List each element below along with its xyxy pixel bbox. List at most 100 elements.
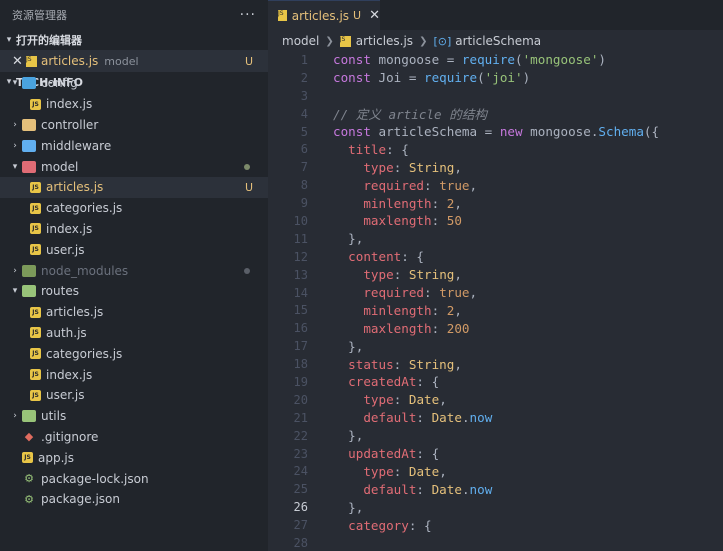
tree-file[interactable]: JS app.js xyxy=(0,447,268,468)
code-token: true xyxy=(439,177,470,193)
code-line[interactable]: 17 }, xyxy=(268,337,723,355)
tree-file[interactable]: JS categories.js xyxy=(0,343,268,364)
code-line[interactable]: 27 category: { xyxy=(268,516,723,534)
code-line[interactable]: 5 const articleSchema = new mongoose.Sche… xyxy=(268,123,723,141)
line-number: 5 xyxy=(300,124,308,139)
breadcrumb-folder[interactable]: model xyxy=(282,34,319,48)
tree-item-label: utils xyxy=(41,409,67,424)
more-actions-icon[interactable]: ··· xyxy=(240,7,256,23)
tree-file[interactable]: JS categories.js xyxy=(0,198,268,219)
code-token: : xyxy=(431,320,447,336)
close-icon[interactable]: ✕ xyxy=(369,8,380,23)
code-line[interactable]: 14 required: true, xyxy=(268,284,723,302)
code-line[interactable]: 11 }, xyxy=(268,230,723,248)
line-number: 24 xyxy=(293,464,308,479)
code-token: , xyxy=(454,195,462,211)
tree-file[interactable]: JS user.js xyxy=(0,239,268,260)
code-area[interactable]: 1 const mongoose = require('mongoose') 2 co… xyxy=(268,51,723,551)
code-line[interactable]: 7 type: String, xyxy=(268,158,723,176)
tree-file[interactable]: ⚙ package-lock.json xyxy=(0,468,268,489)
tree-item-label: .gitignore xyxy=(41,429,99,444)
line-number: 9 xyxy=(300,196,308,211)
line-number: 20 xyxy=(293,392,308,407)
line-number: 13 xyxy=(293,267,308,282)
code-line[interactable]: 18 status: String, xyxy=(268,355,723,373)
tree-folder[interactable]: ▾ config xyxy=(0,73,268,94)
code-token: : xyxy=(393,159,409,175)
tree-folder[interactable]: › controller xyxy=(0,115,268,136)
tree-item-label: node_modules xyxy=(41,263,129,278)
tree-folder[interactable]: › utils xyxy=(0,406,268,427)
code-line[interactable]: 8 required: true, xyxy=(268,176,723,194)
tree-file[interactable]: ⚙ package.json xyxy=(0,489,268,510)
code-line[interactable]: 3 xyxy=(268,87,723,105)
code-line[interactable]: 23 updatedAt: { xyxy=(268,445,723,463)
code-text: updatedAt: { xyxy=(333,446,439,461)
code-line[interactable]: 13 type: String, xyxy=(268,266,723,284)
code-line[interactable]: 25 default: Date.now xyxy=(268,480,723,498)
code-line[interactable]: 21 default: Date.now xyxy=(268,409,723,427)
tree-folder[interactable]: ▾ routes xyxy=(0,281,268,302)
tab-articles-js[interactable]: JS articles.js U ✕ xyxy=(268,0,380,30)
code-line[interactable]: 4 // 定义 article 的结构 xyxy=(268,105,723,123)
breadcrumb: model ❯ JS articles.js ❯ [⊙] articleSche… xyxy=(268,30,723,52)
line-number: 7 xyxy=(300,160,308,175)
tree-item-label: articles.js xyxy=(46,180,104,195)
code-line[interactable]: 28 xyxy=(268,534,723,551)
code-line[interactable]: 24 type: Date, xyxy=(268,462,723,480)
tree-folder[interactable]: › node_modules xyxy=(0,260,268,281)
code-text: required: true, xyxy=(333,178,477,193)
code-text: const Joi = require('joi') xyxy=(333,70,530,85)
tree-file[interactable]: JS articles.js xyxy=(0,302,268,323)
line-number: 1 xyxy=(300,52,308,67)
code-line[interactable]: 6 title: { xyxy=(268,140,723,158)
code-line[interactable]: 1 const mongoose = require('mongoose') xyxy=(268,51,723,69)
code-token: Date xyxy=(431,410,462,426)
tree-file[interactable]: JS index.js xyxy=(0,219,268,240)
tree-folder[interactable]: › middleware xyxy=(0,135,268,156)
tree-item-label: package-lock.json xyxy=(41,471,149,486)
code-line[interactable]: 16 maxlength: 200 xyxy=(268,319,723,337)
tree-file[interactable]: JS articles.js U xyxy=(0,176,268,198)
js-file-icon: JS xyxy=(339,35,351,47)
tree-item-label: user.js xyxy=(46,242,85,257)
explorer-header: 资源管理器 ··· xyxy=(0,0,268,30)
tree-item-label: categories.js xyxy=(46,201,123,216)
js-file-icon: JS xyxy=(30,389,41,401)
tree-file[interactable]: JS index.js xyxy=(0,94,268,115)
breadcrumb-file[interactable]: articles.js xyxy=(356,34,413,48)
open-editors-section[interactable]: ▾ 打开的编辑器 xyxy=(0,30,268,50)
code-line[interactable]: 12 content: { xyxy=(268,248,723,266)
code-line[interactable]: 2 const Joi = require('joi') xyxy=(268,69,723,87)
code-token: : xyxy=(393,463,409,479)
code-text: minlength: 2, xyxy=(333,303,462,318)
code-line[interactable]: 19 createdAt: { xyxy=(268,373,723,391)
tree-file[interactable]: JS auth.js xyxy=(0,323,268,344)
code-token: ( xyxy=(514,52,523,68)
chevron-right-icon: ❯ xyxy=(325,35,334,47)
breadcrumb-symbol[interactable]: articleSchema xyxy=(455,34,541,48)
code-line[interactable]: 22 }, xyxy=(268,427,723,445)
line-number: 22 xyxy=(293,428,308,443)
code-token: now xyxy=(469,481,493,497)
open-editor-item[interactable]: ✕ JS articles.js model U xyxy=(0,50,268,72)
tree-file[interactable]: JS index.js xyxy=(0,364,268,385)
code-line[interactable]: 15 minlength: 2, xyxy=(268,301,723,319)
code-token: required xyxy=(363,177,425,193)
code-line[interactable]: 10 maxlength: 50 xyxy=(268,212,723,230)
code-token: }, xyxy=(348,338,364,354)
tree-file[interactable]: ◆ .gitignore xyxy=(0,427,268,448)
tree-item-label: controller xyxy=(41,117,99,132)
git-status-badge: U xyxy=(244,54,253,68)
close-icon[interactable]: ✕ xyxy=(12,54,26,69)
code-line[interactable]: 9 minlength: 2, xyxy=(268,194,723,212)
tree-file[interactable]: JS user.js xyxy=(0,385,268,406)
tree-folder[interactable]: ▾ model xyxy=(0,156,268,177)
code-line[interactable]: 26 }, xyxy=(268,498,723,516)
chevron-down-icon: ▾ xyxy=(6,35,12,45)
code-line[interactable]: 20 type: Date, xyxy=(268,391,723,409)
